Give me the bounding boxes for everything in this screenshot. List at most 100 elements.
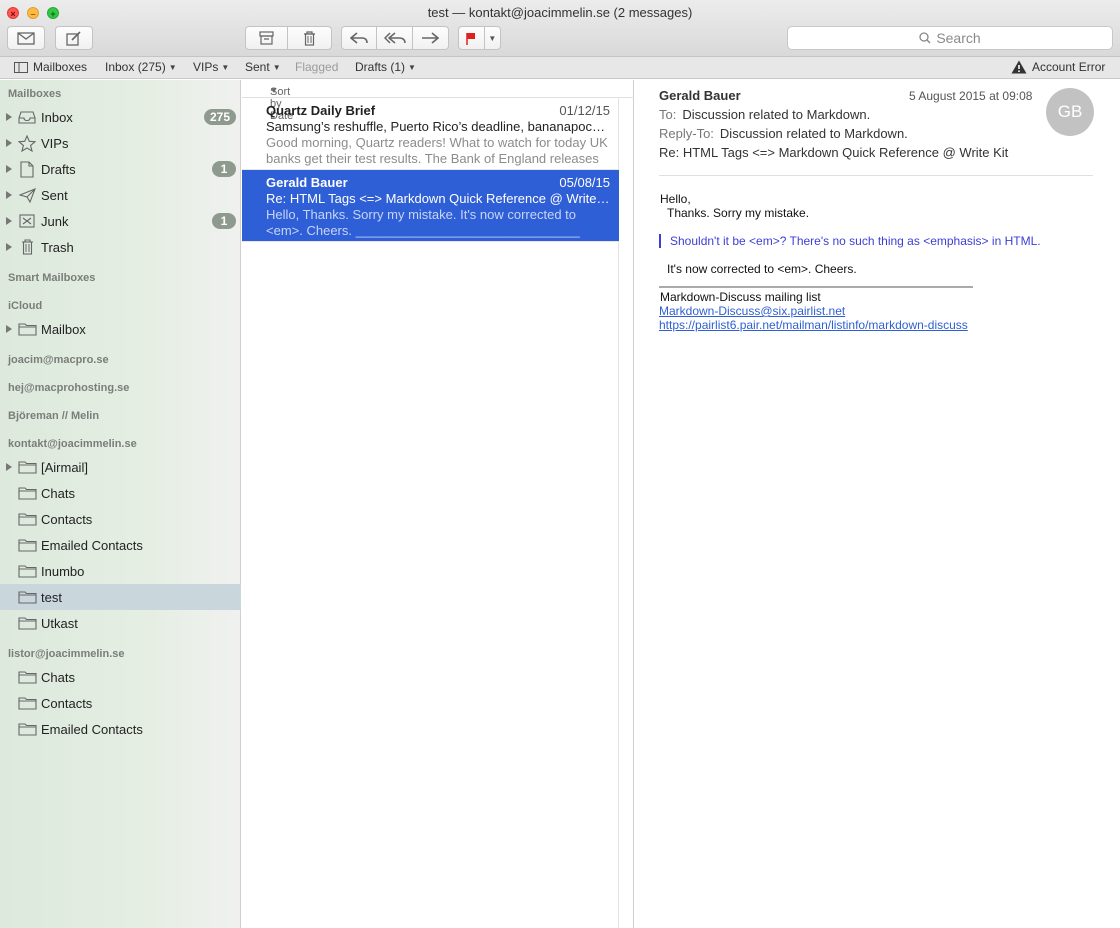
favorites-mailboxes-button[interactable]: Mailboxes <box>14 60 87 74</box>
flag-button[interactable] <box>459 27 485 49</box>
folder-icon <box>17 510 37 528</box>
quoted-text: Shouldn't it be <em>? There's no such th… <box>659 234 1041 248</box>
trash-icon <box>304 30 315 46</box>
disclosure-triangle-icon[interactable] <box>6 191 12 199</box>
disclosure-triangle-icon[interactable] <box>6 113 12 121</box>
sidebar-item-listor-chats[interactable]: Chats <box>0 664 241 690</box>
sidebar-item-inumbo[interactable]: Inumbo <box>0 558 241 584</box>
message-list: Quartz Daily Brief 01/12/15 Samsung’s re… <box>242 98 619 928</box>
sort-bar: Sort by Date ▼ <box>242 80 634 122</box>
chevron-down-icon: ▼ <box>221 62 230 72</box>
sidebar-item-listor-emailed-contacts[interactable]: Emailed Contacts <box>0 716 241 742</box>
reply-icon <box>350 32 368 44</box>
disclosure-triangle-icon[interactable] <box>6 165 12 173</box>
window-toolbar: × – + test — kontakt@joacimmelin.se (2 m… <box>0 0 1120 57</box>
to-recipient[interactable]: Discussion related to Markdown. <box>682 107 870 122</box>
section-header-account-bjoreman-melin[interactable]: Björeman // Melin <box>8 410 99 422</box>
favorites-drafts-button[interactable]: Drafts (1) ▼ <box>355 60 416 74</box>
sender-avatar: GB <box>1046 88 1094 136</box>
disclosure-triangle-icon[interactable] <box>6 463 12 471</box>
unread-badge: 1 <box>212 161 236 177</box>
account-error-button[interactable]: Account Error <box>1011 60 1105 74</box>
reply-all-button[interactable] <box>377 27 413 49</box>
get-mail-button[interactable] <box>7 26 45 50</box>
body-corrected: It's now corrected to <em>. Cheers. <box>667 262 857 276</box>
envelope-icon <box>17 31 35 45</box>
sidebar-toggle-icon <box>14 61 28 73</box>
message-sender-name[interactable]: Gerald Bauer <box>659 88 741 103</box>
message-sender: Gerald Bauer <box>266 175 348 190</box>
signature-divider <box>659 286 973 288</box>
search-icon <box>919 32 931 44</box>
forward-button[interactable] <box>413 27 448 49</box>
disclosure-triangle-icon[interactable] <box>6 243 12 251</box>
sidebar-item-contacts[interactable]: Contacts <box>0 506 241 532</box>
archive-button[interactable] <box>246 27 289 49</box>
flag-icon <box>466 32 476 45</box>
archive-icon <box>259 31 274 45</box>
section-header-icloud[interactable]: iCloud <box>8 300 42 312</box>
favorites-sent-button[interactable]: Sent ▼ <box>245 60 281 74</box>
favorites-flagged-button[interactable]: Flagged <box>295 60 338 74</box>
disclosure-triangle-icon[interactable] <box>6 217 12 225</box>
message-viewer: Gerald Bauer 5 August 2015 at 09:08 GB T… <box>635 80 1120 928</box>
reply-to-recipient[interactable]: Discussion related to Markdown. <box>720 126 908 141</box>
delete-button[interactable] <box>288 27 331 49</box>
section-header-account-macpro[interactable]: joacim@macpro.se <box>8 354 109 366</box>
message-date: 01/12/15 <box>559 103 610 118</box>
disclosure-triangle-icon[interactable] <box>6 325 12 333</box>
folder-icon <box>17 458 37 476</box>
message-date: 05/08/15 <box>559 175 610 190</box>
unread-badge: 275 <box>203 109 236 125</box>
body-greeting: Hello, <box>660 192 691 206</box>
sidebar-item-vips[interactable]: VIPs <box>0 130 241 156</box>
sidebar-item-airmail[interactable]: [Airmail] <box>0 454 241 480</box>
message-row[interactable]: Quartz Daily Brief 01/12/15 Samsung’s re… <box>242 98 619 170</box>
favorites-bar: Mailboxes Inbox (275) ▼ VIPs ▼ Sent ▼ Flagg… <box>0 57 1120 79</box>
disclosure-triangle-icon[interactable] <box>6 139 12 147</box>
paper-plane-icon <box>17 186 37 204</box>
sidebar-item-chats[interactable]: Chats <box>0 480 241 506</box>
section-header-account-listor[interactable]: listor@joacimmelin.se <box>8 648 125 660</box>
favorites-vips-button[interactable]: VIPs ▼ <box>193 60 229 74</box>
favorites-inbox-button[interactable]: Inbox (275) ▼ <box>105 60 177 74</box>
reply-all-icon <box>383 32 406 44</box>
folder-icon <box>17 562 37 580</box>
body-thanks: Thanks. Sorry my mistake. <box>667 206 810 220</box>
sidebar-item-utkast[interactable]: Utkast <box>0 610 241 636</box>
flag-menu-button[interactable]: ▼ <box>485 27 500 49</box>
compose-icon <box>66 30 81 46</box>
mailing-list-email-link[interactable]: Markdown-Discuss@six.pairlist.net <box>659 304 845 318</box>
sidebar-item-drafts[interactable]: Drafts 1 <box>0 156 241 182</box>
message-row-selected[interactable]: Gerald Bauer 05/08/15 Re: HTML Tags <=> … <box>242 170 619 242</box>
chevron-down-icon: ▼ <box>270 86 278 95</box>
chevron-down-icon: ▼ <box>272 62 281 72</box>
folder-icon <box>17 614 37 632</box>
message-subject: Re: HTML Tags <=> Markdown Quick Referen… <box>266 191 611 206</box>
section-header-account-macprohosting[interactable]: hej@macprohosting.se <box>8 382 129 394</box>
sidebar-item-junk[interactable]: Junk 1 <box>0 208 241 234</box>
section-header-account-kontakt[interactable]: kontakt@joacimmelin.se <box>8 438 137 450</box>
search-placeholder: Search <box>936 30 981 46</box>
sidebar-item-emailed-contacts[interactable]: Emailed Contacts <box>0 532 241 558</box>
sidebar-item-test[interactable]: test <box>0 584 241 610</box>
forward-icon <box>422 32 440 44</box>
sidebar-item-inbox[interactable]: Inbox 275 <box>0 104 241 130</box>
message-sender: Quartz Daily Brief <box>266 103 376 118</box>
chevron-down-icon: ▼ <box>168 62 177 72</box>
flag-group: ▼ <box>458 26 501 50</box>
section-header-smart-mailboxes[interactable]: Smart Mailboxes <box>8 272 95 284</box>
sidebar-item-trash[interactable]: Trash <box>0 234 241 260</box>
sidebar-item-mailbox[interactable]: Mailbox <box>0 316 241 342</box>
sidebar-item-sent[interactable]: Sent <box>0 182 241 208</box>
mailing-list-url-link[interactable]: https://pairlist6.pair.net/mailman/listi… <box>659 318 968 332</box>
reply-button[interactable] <box>342 27 378 49</box>
sidebar-item-listor-contacts[interactable]: Contacts <box>0 690 241 716</box>
inbox-icon <box>17 108 37 126</box>
search-field[interactable]: Search <box>787 26 1113 50</box>
message-list-pane: Sort by Date ▼ Quartz Daily Brief 01/12/… <box>242 80 634 928</box>
folder-icon <box>17 588 37 606</box>
compose-button[interactable] <box>55 26 93 50</box>
folder-icon <box>17 484 37 502</box>
mailbox-sidebar: Mailboxes Inbox 275 VIPs Drafts 1 Sent J… <box>0 80 241 928</box>
